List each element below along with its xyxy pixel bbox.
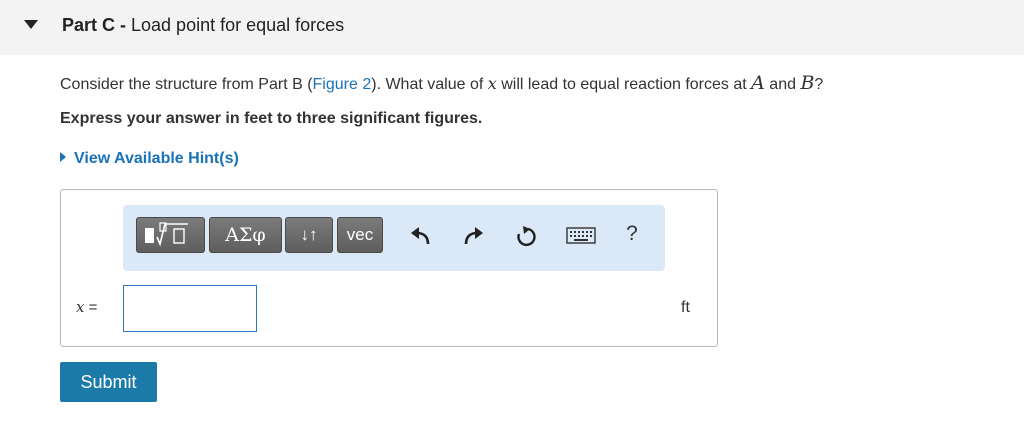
part-label: Part C xyxy=(62,15,116,35)
vector-button[interactable]: vec xyxy=(337,217,383,253)
reset-icon[interactable] xyxy=(513,225,539,249)
submit-button[interactable]: Submit xyxy=(60,362,157,402)
help-button[interactable]: ? xyxy=(619,222,645,246)
templates-button[interactable] xyxy=(136,217,205,253)
hints-label: View Available Hint(s) xyxy=(74,150,239,167)
undo-icon[interactable] xyxy=(407,225,433,249)
templates-icon xyxy=(144,222,188,247)
instruction-text: Express your answer in feet to three sig… xyxy=(60,110,483,127)
part-separator: - xyxy=(115,15,132,35)
point-b: B xyxy=(800,72,815,94)
figure-link[interactable]: Figure 2 xyxy=(313,76,372,93)
answer-input[interactable] xyxy=(123,285,257,332)
keyboard-icon[interactable] xyxy=(566,227,596,251)
answer-equals: = xyxy=(84,299,98,316)
part-title: Part C - Load point for equal forces xyxy=(62,15,344,36)
redo-icon[interactable] xyxy=(461,225,487,249)
question-text: Consider the structure from Part B (Figu… xyxy=(60,72,823,94)
question-suffix: ? xyxy=(814,76,824,93)
arrows-button[interactable]: ↓↑ xyxy=(285,217,333,253)
part-title-text: Load point for equal forces xyxy=(131,15,345,35)
question-and: and xyxy=(764,76,801,93)
question-middle: ). What value of xyxy=(371,76,488,93)
part-header[interactable]: Part C - Load point for equal forces xyxy=(0,0,1024,55)
point-a: A xyxy=(751,72,765,94)
variable-x: x xyxy=(487,74,497,93)
collapse-caret-icon[interactable] xyxy=(24,20,38,29)
view-hints-link[interactable]: View Available Hint(s) xyxy=(60,150,239,168)
answer-variable-label: x = xyxy=(76,298,97,316)
greek-symbols-button[interactable]: ΑΣφ xyxy=(209,217,282,253)
question-prefix: Consider the structure from Part B ( xyxy=(60,76,313,93)
hint-caret-icon xyxy=(60,152,66,162)
question-middle2: will lead to equal reaction forces at xyxy=(496,76,752,93)
math-toolbar: ΑΣφ ↓↑ vec ? xyxy=(123,205,665,271)
unit-label: ft xyxy=(681,299,690,316)
